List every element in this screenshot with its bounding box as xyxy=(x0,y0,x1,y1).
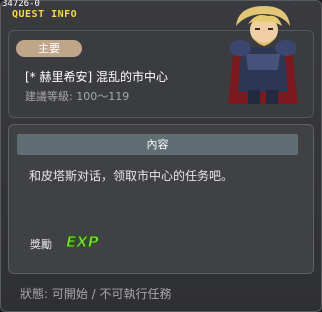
exp-reward-icon[interactable]: EXP xyxy=(64,231,102,252)
npc-portrait xyxy=(228,0,298,104)
window-title: QUEST INFO xyxy=(12,9,78,20)
exp-reward-text: EXP xyxy=(66,233,99,251)
content-text: 和皮塔斯对话，领取市中心的任务吧。 xyxy=(29,169,234,183)
quest-status: 狀態: 可開始 / 不可執行任務 xyxy=(20,287,172,301)
reward-label: 獎勵 xyxy=(30,238,52,251)
quest-info-window: 34726-0 QUEST INFO 主要 [* 赫里希安] 混乱的市中心 建議… xyxy=(0,0,322,312)
content-header: 內容 xyxy=(17,134,298,155)
quest-name: [* 赫里希安] 混乱的市中心 xyxy=(25,70,168,84)
quest-category-badge: 主要 xyxy=(16,40,82,57)
recommended-level: 建議等級: 100～119 xyxy=(25,90,130,103)
quest-id: 34726-0 xyxy=(2,0,40,9)
